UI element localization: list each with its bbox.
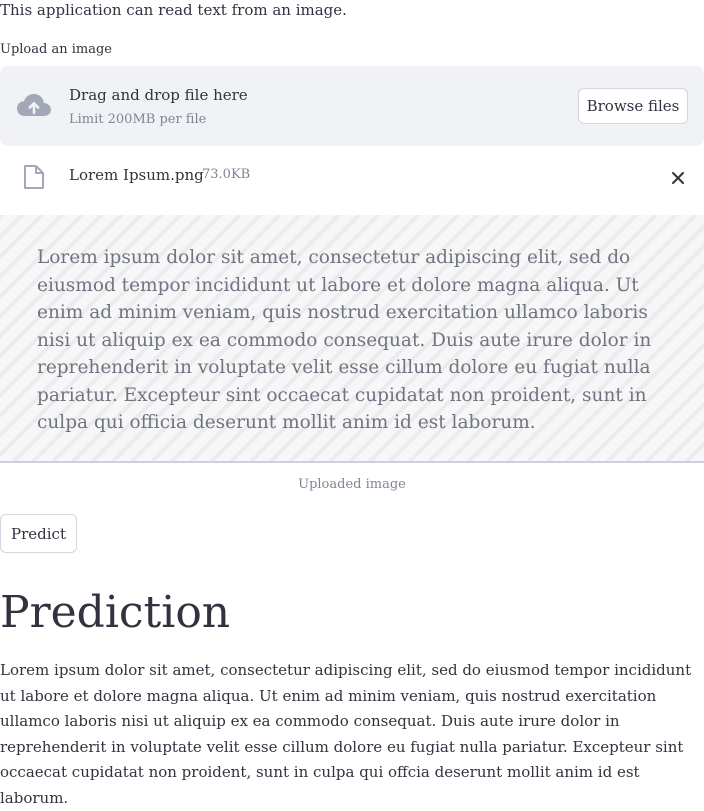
prediction-text: Lorem ipsum dolor sit amet, consectetur … (0, 661, 692, 807)
dropzone-title: Drag and drop file here (69, 86, 248, 104)
file-icon (23, 164, 45, 190)
uploaded-image: Lorem ipsum dolor sit amet, consectetur … (0, 215, 704, 463)
prediction-heading: Prediction (0, 587, 231, 638)
dropzone-limit: Limit 200MB per file (69, 112, 207, 127)
upload-label: Upload an image (0, 42, 112, 57)
uploaded-file-name: Lorem Ipsum.png (69, 166, 204, 184)
predict-button[interactable]: Predict (0, 514, 77, 553)
uploaded-file-row: Lorem Ipsum.png 73.0KB (0, 160, 704, 194)
browse-files-button[interactable]: Browse files (578, 88, 688, 124)
cloud-upload-icon (15, 91, 53, 121)
image-caption: Uploaded image (298, 477, 406, 492)
uploaded-image-text: Lorem ipsum dolor sit amet, consectetur … (37, 247, 652, 433)
close-icon[interactable] (668, 168, 688, 188)
uploaded-file-size: 73.0KB (202, 167, 251, 182)
file-dropzone[interactable]: Drag and drop file here Limit 200MB per … (0, 66, 704, 146)
intro-text: This application can read text from an i… (0, 1, 347, 19)
